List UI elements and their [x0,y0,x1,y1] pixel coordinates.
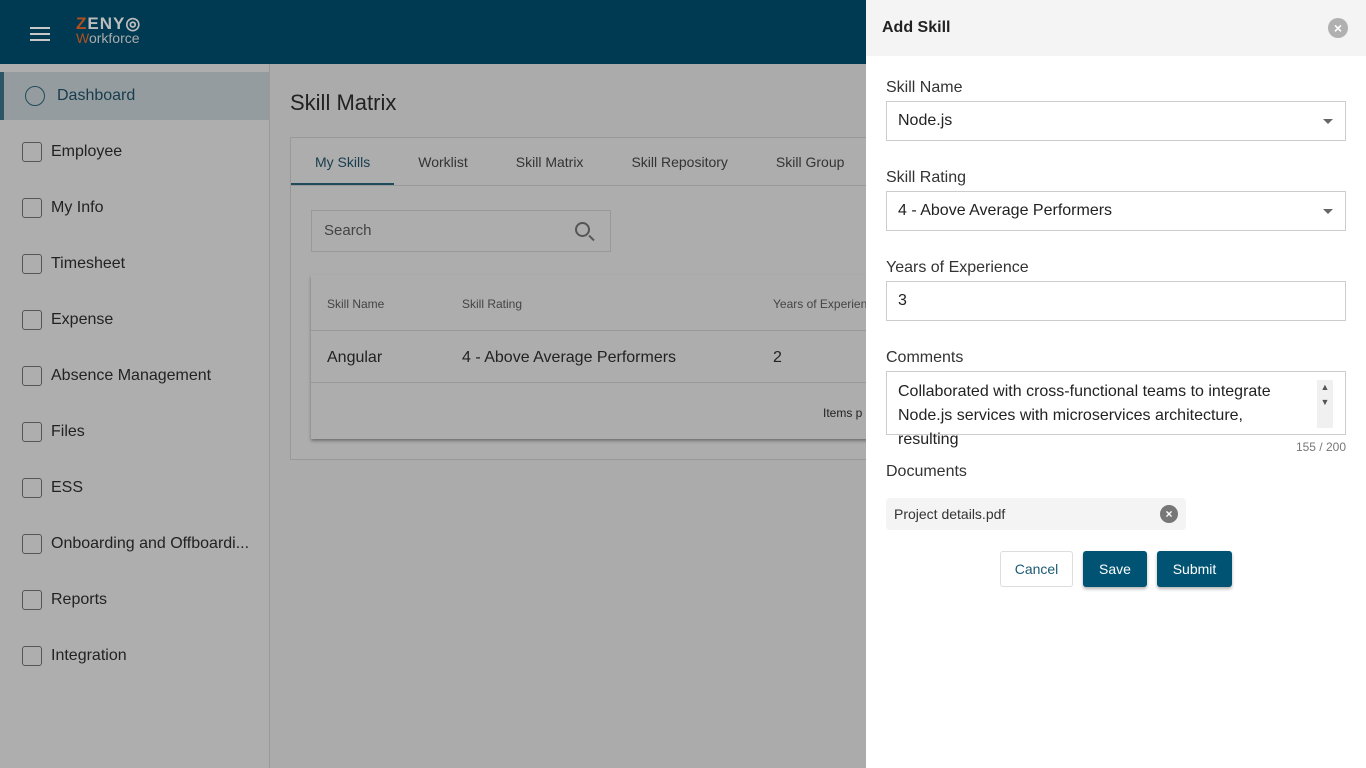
sidebar-item-dashboard[interactable]: Dashboard [0,72,269,120]
pie-chart-icon [25,86,45,106]
remove-document-icon[interactable]: × [1160,505,1178,523]
skill-rating-select[interactable]: 4 - Above Average Performers [886,191,1346,231]
close-icon[interactable]: × [1328,18,1348,38]
sidebar-item-timesheet[interactable]: Timesheet [0,240,269,288]
table-row[interactable]: Angular 4 - Above Average Performers 2 [311,331,891,383]
skills-card: My Skills Worklist Skill Matrix Skill Repos… [290,137,891,460]
sidebar-item-absence-management[interactable]: Absence Management [0,352,269,400]
column-header[interactable]: Skill Name [327,297,384,311]
cell-skill-rating: 4 - Above Average Performers [462,349,677,366]
items-per-page-label: Items p [823,406,863,420]
sidebar-item-reports[interactable]: Reports [0,576,269,624]
sidebar-item-label: Dashboard [57,87,136,104]
cell-skill-name: Angular [327,349,383,366]
sidebar-item-onboarding-and-offboardi[interactable]: Onboarding and Offboardi... [0,520,269,568]
clock-icon [22,254,42,274]
document-name: Project details.pdf [894,506,1006,522]
sidebar-item-label: My Info [51,199,104,216]
years-input[interactable]: 3 [886,281,1346,321]
sidebar-item-files[interactable]: Files [0,408,269,456]
search-placeholder: Search [324,222,372,239]
tab-skill-repository[interactable]: Skill Repository [607,138,751,185]
money-icon [22,310,42,330]
sidebar-item-label: Timesheet [51,255,126,272]
skill-rating-label: Skill Rating [886,169,967,186]
years-value: 3 [898,292,907,309]
documents-label: Documents [886,463,967,480]
save-button[interactable]: Save [1083,551,1147,587]
comments-value: Collaborated with cross-functional teams… [898,383,1271,448]
sidebar-item-label: Onboarding and Offboardi... [51,535,250,552]
panel-header: Add Skill × [866,0,1366,56]
submit-button[interactable]: Submit [1157,551,1232,587]
tab-worklist[interactable]: Worklist [394,138,492,185]
user-icon [22,142,42,162]
page-title: Skill Matrix [290,90,397,115]
comments-label: Comments [886,349,964,366]
sidebar-item-my-info[interactable]: My Info [0,184,269,232]
skill-rating-value: 4 - Above Average Performers [898,202,1113,219]
sidebar-item-ess[interactable]: ESS [0,464,269,512]
search-input[interactable]: Search [311,210,611,252]
user-icon [22,198,42,218]
skill-name-label: Skill Name [886,79,963,96]
hamburger-menu-icon[interactable] [30,27,50,41]
sidebar-item-label: ESS [51,479,84,496]
tab-bar: My Skills Worklist Skill Matrix Skill Repos… [291,138,889,186]
monitor-icon [22,478,42,498]
chevron-down-icon [1323,119,1333,124]
sidebar-item-expense[interactable]: Expense [0,296,269,344]
report-icon [22,646,42,666]
document-chip: Project details.pdf × [886,498,1186,530]
comments-textarea[interactable]: Collaborated with cross-functional teams… [886,371,1346,448]
cell-years: 2 [773,349,782,366]
logo: ZENY◎ Workforce [76,14,142,46]
column-header[interactable]: Years of Experienc [773,297,873,311]
sidebar-item-employee[interactable]: Employee [0,128,269,176]
sidebar-item-label: Reports [51,591,108,608]
sidebar-item-label: Integration [51,647,127,664]
door-icon [22,366,42,386]
sidebar-item-label: Expense [51,311,114,328]
file-icon [22,422,42,442]
table-header-row: Skill Name Skill Rating Years of Experie… [311,275,891,331]
panel-title: Add Skill [882,19,951,36]
scrollbar[interactable]: ▲ ▼ [1317,380,1333,428]
chevron-down-icon [1323,209,1333,214]
sidebar-item-label: Files [51,423,85,440]
cancel-button[interactable]: Cancel [1000,551,1073,587]
skill-name-select[interactable]: Node.js [886,101,1346,141]
sidebar-item-label: Employee [51,143,123,160]
id-card-icon [22,534,42,554]
column-header[interactable]: Skill Rating [462,297,522,311]
add-skill-panel: Add Skill × Skill Name Node.js Skill Rati… [866,0,1366,768]
sidebar-item-integration[interactable]: Integration [0,632,269,680]
search-icon[interactable] [575,222,590,237]
tab-skill-matrix[interactable]: Skill Matrix [492,138,608,185]
tab-my-skills[interactable]: My Skills [291,138,395,185]
tab-skill-group[interactable]: Skill Group [752,138,868,185]
skills-table: Skill Name Skill Rating Years of Experie… [311,275,891,439]
char-count: 155 / 200 [1295,440,1346,454]
report-icon [22,590,42,610]
skill-name-value: Node.js [898,112,953,129]
sidebar: Dashboard Employee My Info Timesheet Expense… [0,64,270,768]
sidebar-item-label: Absence Management [51,367,212,384]
years-label: Years of Experience [886,259,1029,276]
